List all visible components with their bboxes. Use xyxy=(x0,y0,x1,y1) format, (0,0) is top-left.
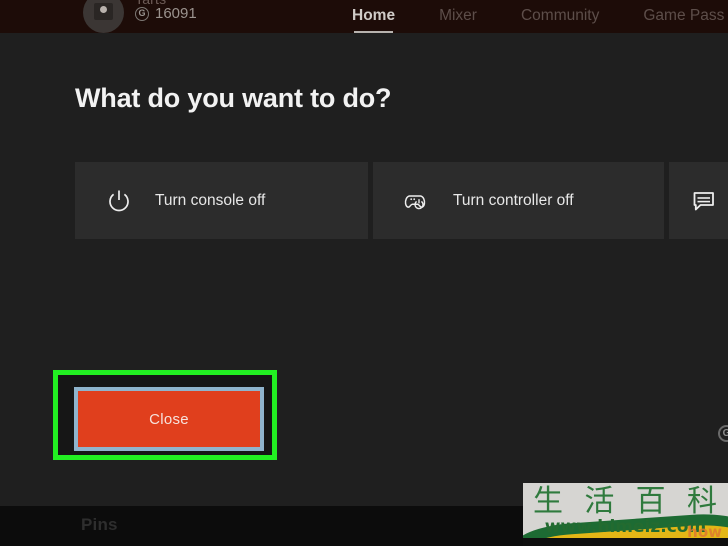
power-icon xyxy=(105,187,133,215)
nav-item-home[interactable]: Home xyxy=(352,7,395,33)
tile-label: Turn controller off xyxy=(453,191,574,209)
watermark-char: 生 xyxy=(533,484,564,519)
power-options-list: Turn console off Turn controller off xyxy=(75,162,728,239)
tile-label: Turn console off xyxy=(155,191,266,209)
watermark-char: 活 xyxy=(584,484,616,519)
top-header-bar: Tarts G 16091 Home Mixer Community Game … xyxy=(0,0,728,33)
gamerscore-value: 16091 xyxy=(155,5,197,22)
message-bubble-icon xyxy=(690,187,718,215)
avatar-image xyxy=(94,3,113,20)
main-content: What do you want to do? Turn console off xyxy=(0,33,728,506)
close-button[interactable]: Close xyxy=(74,387,264,451)
watermark-bottom-strip xyxy=(523,538,728,546)
gamerscore-badge-icon-edge: G xyxy=(718,425,728,442)
xbox-dashboard-screen: Tarts G 16091 Home Mixer Community Game … xyxy=(0,0,728,546)
nav-item-mixer[interactable]: Mixer xyxy=(439,7,477,27)
main-navigation: Home Mixer Community Game Pass xyxy=(352,0,724,33)
close-button-label: Close xyxy=(149,410,189,428)
pins-section-label: Pins xyxy=(81,515,118,534)
watermark-characters: 生 活 百 科 xyxy=(533,485,718,519)
nav-item-game-pass[interactable]: Game Pass xyxy=(643,7,724,27)
page-title: What do you want to do? xyxy=(75,83,392,113)
close-button-annotation-highlight: Close xyxy=(53,370,277,460)
tile-turn-controller-off[interactable]: Turn controller off xyxy=(373,162,664,239)
watermark-char: 科 xyxy=(686,484,718,519)
avatar[interactable] xyxy=(83,0,124,33)
nav-item-community[interactable]: Community xyxy=(521,7,599,27)
tile-message[interactable] xyxy=(669,162,728,239)
watermark-char: 百 xyxy=(635,484,667,519)
gamerscore-badge-icon: G xyxy=(135,6,149,21)
watermark: 生 活 百 科 www.bimeiz.com how xyxy=(523,483,728,546)
controller-power-icon xyxy=(403,187,431,215)
gamerscore: G 16091 xyxy=(135,5,197,22)
tile-turn-console-off[interactable]: Turn console off xyxy=(75,162,368,239)
